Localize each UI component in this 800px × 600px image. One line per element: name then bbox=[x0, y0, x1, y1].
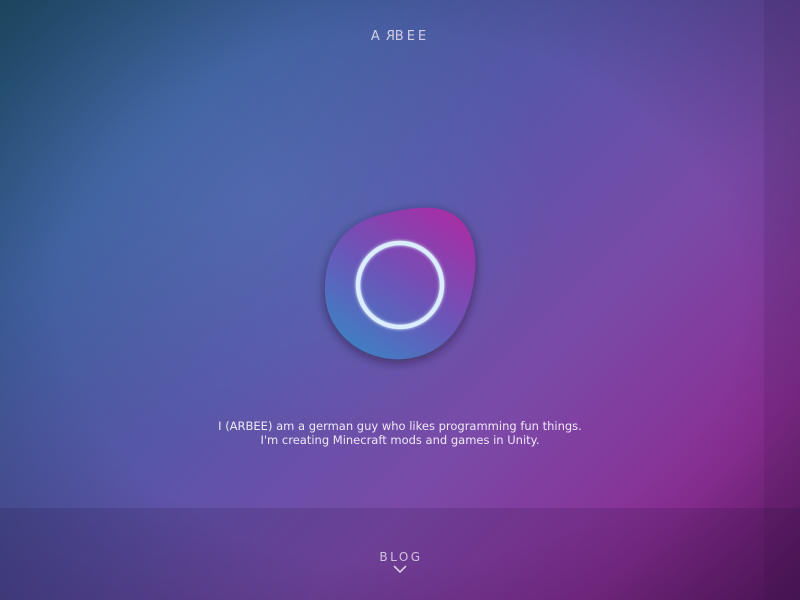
bio-line-2: I'm creating Minecraft mods and games in… bbox=[260, 433, 540, 447]
hero-blob-graphic bbox=[324, 207, 476, 360]
blog-label: BLOG bbox=[379, 550, 423, 564]
hero-blob bbox=[324, 207, 476, 360]
site-logo[interactable]: ARBEE bbox=[0, 29, 800, 44]
bio-line-1: I (ARBEE) am a german guy who likes prog… bbox=[218, 419, 582, 433]
logo-letter-flipped: R bbox=[382, 29, 395, 44]
logo-letter-suffix: BEE bbox=[394, 29, 430, 44]
blog-nav-link[interactable]: BLOG bbox=[360, 550, 440, 582]
bio-text: I (ARBEE) am a german guy who likes prog… bbox=[0, 419, 800, 447]
chevron-down-icon bbox=[393, 565, 407, 573]
hero-emblem bbox=[320, 204, 480, 364]
logo-letter-a: A bbox=[370, 29, 383, 44]
